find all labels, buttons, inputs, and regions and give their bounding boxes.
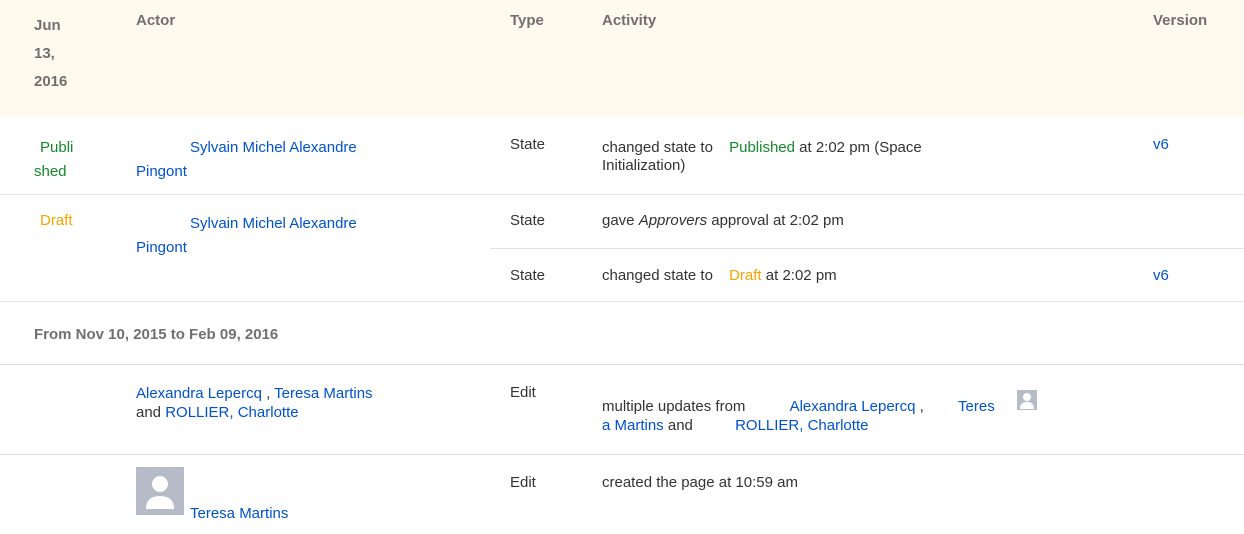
actor-link[interactable]: Sylvain Michel Alexandre bbox=[136, 212, 357, 236]
row-divider bbox=[0, 364, 1244, 365]
user-icon bbox=[1020, 393, 1034, 409]
row-divider bbox=[0, 194, 1244, 195]
type-cell: State bbox=[510, 267, 546, 284]
activity-cell: multiple updates from Alexandra Lepercq … bbox=[602, 398, 995, 434]
activity-link-alexandra[interactable]: Alexandra Lepercq bbox=[790, 398, 916, 415]
type-cell: Edit bbox=[510, 384, 536, 401]
header-type: Type bbox=[510, 12, 544, 29]
row-divider bbox=[0, 301, 1244, 302]
version-link[interactable]: v6 bbox=[1153, 136, 1169, 153]
status-published: Publi shed bbox=[34, 139, 74, 180]
actor-link-cont[interactable]: Pingont bbox=[136, 236, 357, 260]
activity-cell: changed state to Draft at 2:02 pm bbox=[602, 267, 837, 284]
actor-link[interactable]: Sylvain Michel Alexandre bbox=[136, 136, 357, 160]
actor-link-rollier[interactable]: ROLLIER, Charlotte bbox=[165, 404, 298, 421]
header-activity: Activity bbox=[602, 12, 657, 29]
header-version: Version bbox=[1153, 12, 1208, 29]
activity-link-teresa-cont[interactable]: a Martins bbox=[602, 417, 664, 434]
actor-cell: Sylvain Michel Alexandre Pingont bbox=[136, 136, 357, 184]
activity-link-teresa[interactable]: Teres bbox=[958, 398, 995, 415]
header-date: Jun 13, 2016 bbox=[34, 17, 68, 90]
section-title: From Nov 10, 2015 to Feb 09, 2016 bbox=[34, 326, 279, 343]
type-cell: State bbox=[510, 212, 546, 229]
row-divider bbox=[0, 454, 1244, 455]
approvers-label: Approvers bbox=[638, 212, 708, 229]
actor-cell: Sylvain Michel Alexandre Pingont bbox=[136, 212, 357, 260]
actor-cell: Alexandra Lepercq , Teresa Martins and R… bbox=[136, 385, 373, 421]
activity-cell: created the page at 10:59 am bbox=[602, 474, 798, 491]
version-link[interactable]: v6 bbox=[1153, 267, 1169, 284]
avatar-teresa-small[interactable] bbox=[1017, 390, 1037, 410]
activity-cell: changed state to Published at 2:02 pm (S… bbox=[602, 139, 922, 174]
status-draft: Draft bbox=[40, 212, 73, 229]
activity-cell: gave Approvers approval at 2:02 pm bbox=[602, 212, 844, 229]
state-draft-label: Draft bbox=[729, 267, 762, 284]
actor-link-teresa[interactable]: Teresa Martins bbox=[274, 385, 372, 402]
type-cell: Edit bbox=[510, 474, 536, 491]
actor-link-cont[interactable]: Pingont bbox=[136, 160, 357, 184]
actor-link-alexandra[interactable]: Alexandra Lepercq bbox=[136, 385, 262, 402]
state-published-label: Published bbox=[729, 139, 795, 156]
header-actor: Actor bbox=[136, 12, 176, 29]
actor-link-teresa[interactable]: Teresa Martins bbox=[136, 505, 288, 522]
sub-row-divider bbox=[490, 248, 1244, 249]
activity-link-rollier[interactable]: ROLLIER, Charlotte bbox=[735, 417, 868, 434]
type-cell: State bbox=[510, 136, 546, 153]
